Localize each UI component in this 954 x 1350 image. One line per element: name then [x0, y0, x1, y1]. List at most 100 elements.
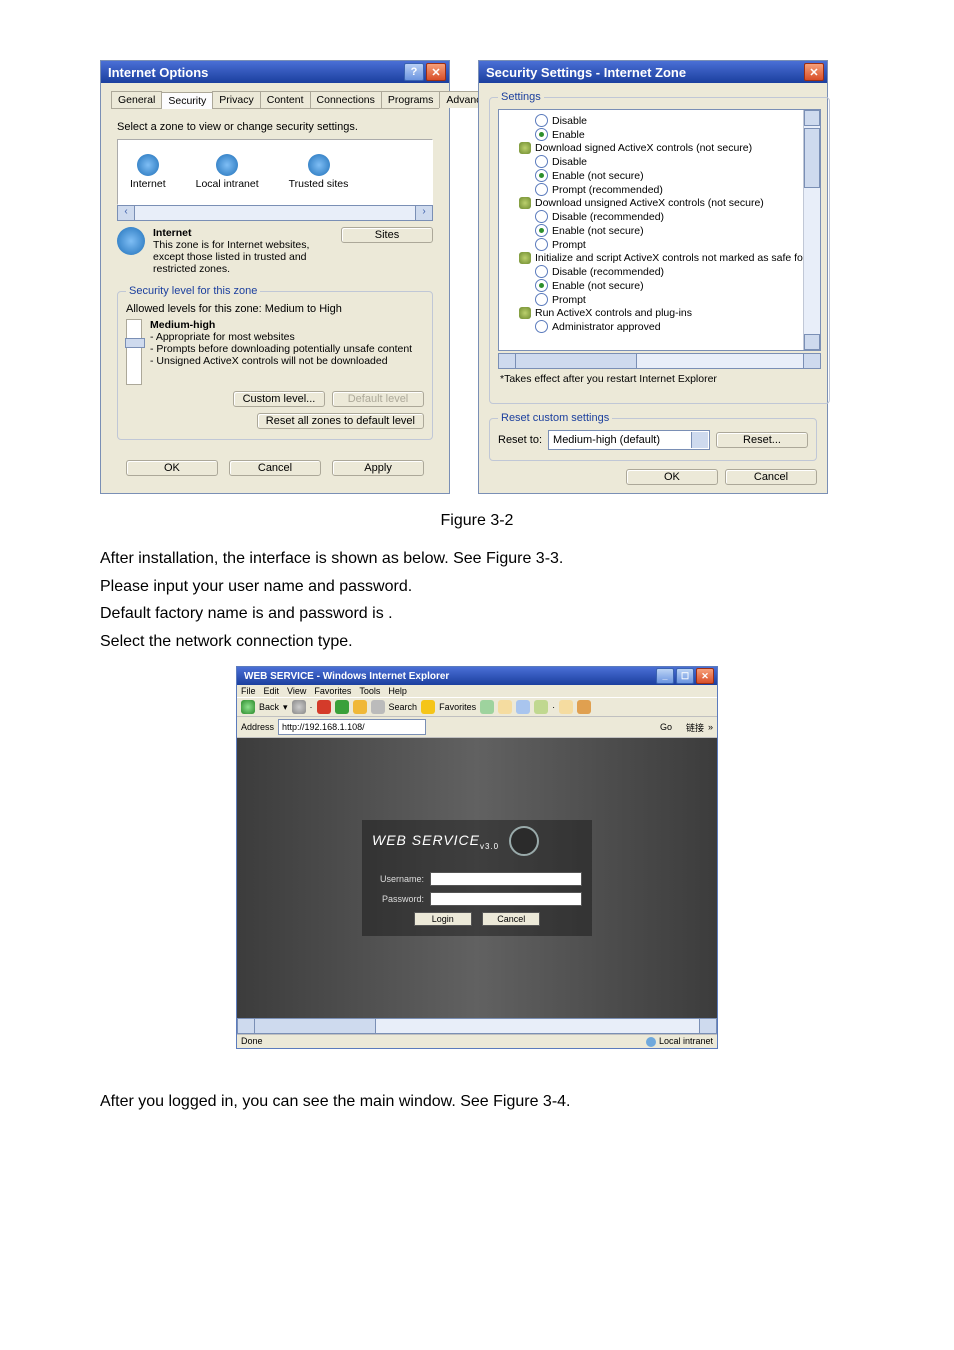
menu-tools[interactable]: Tools — [359, 686, 380, 696]
level-bullet: - Appropriate for most websites — [150, 331, 295, 343]
radio-icon[interactable] — [535, 320, 548, 333]
zone-internet[interactable]: Internet — [130, 154, 166, 190]
maximize-icon[interactable]: ☐ — [676, 668, 694, 684]
ws-hscroll[interactable] — [237, 1018, 717, 1034]
tab-content[interactable]: Content — [260, 91, 311, 108]
tab-connections[interactable]: Connections — [310, 91, 382, 108]
tab-privacy[interactable]: Privacy — [212, 91, 260, 108]
forward-icon[interactable] — [292, 700, 306, 714]
cancel-button[interactable]: Cancel — [229, 460, 321, 476]
history-icon[interactable] — [480, 700, 494, 714]
scroll-right-icon[interactable] — [699, 1018, 717, 1034]
tab-security[interactable]: Security — [161, 92, 213, 109]
radio-icon[interactable] — [535, 238, 548, 251]
ok-button[interactable]: OK — [126, 460, 218, 476]
radio-icon[interactable] — [535, 224, 548, 237]
security-level-legend: Security level for this zone — [126, 285, 260, 297]
stop-icon[interactable] — [317, 700, 331, 714]
apply-button[interactable]: Apply — [332, 460, 424, 476]
tab-general[interactable]: General — [111, 91, 162, 108]
cancel-button[interactable]: Cancel — [482, 912, 540, 926]
username-input[interactable] — [430, 872, 582, 886]
back-label[interactable]: Back — [259, 702, 279, 712]
tab-programs[interactable]: Programs — [381, 91, 441, 108]
ok-button[interactable]: OK — [626, 469, 718, 485]
edit-icon[interactable] — [534, 700, 548, 714]
ws-title: WEB SERVICE - Windows Internet Explorer — [240, 671, 656, 682]
ws-titlebar: WEB SERVICE - Windows Internet Explorer … — [237, 667, 717, 685]
scroll-left-icon[interactable]: ‹ — [117, 205, 135, 221]
close-icon[interactable]: ✕ — [804, 63, 824, 81]
home-icon[interactable] — [353, 700, 367, 714]
zone-hscroll[interactable]: ‹ › — [117, 205, 433, 221]
radio-icon[interactable] — [535, 155, 548, 168]
menu-help[interactable]: Help — [388, 686, 407, 696]
print-icon[interactable] — [516, 700, 530, 714]
refresh-icon[interactable] — [335, 700, 349, 714]
minimize-icon[interactable]: _ — [656, 668, 674, 684]
menu-view[interactable]: View — [287, 686, 306, 696]
close-icon[interactable]: ✕ — [426, 63, 446, 81]
zone-desc: This zone is for Internet websites, exce… — [153, 239, 309, 275]
custom-level-button[interactable]: Custom level... — [233, 391, 325, 407]
zone-trusted-sites[interactable]: Trusted sites — [289, 154, 349, 190]
cancel-button[interactable]: Cancel — [725, 469, 817, 485]
menu-favorites[interactable]: Favorites — [314, 686, 351, 696]
security-slider[interactable] — [126, 319, 142, 385]
radio-icon[interactable] — [535, 265, 548, 278]
vscrollbar[interactable] — [803, 110, 820, 350]
scroll-left-icon[interactable] — [498, 353, 516, 369]
radio-icon[interactable] — [535, 169, 548, 182]
internet-options-dialog: Internet Options ? ✕ General Security Pr… — [100, 60, 450, 494]
go-label[interactable]: Go — [660, 722, 672, 732]
radio-icon[interactable] — [535, 293, 548, 306]
close-icon[interactable]: ✕ — [696, 668, 714, 684]
scroll-left-icon[interactable] — [237, 1018, 255, 1034]
favorites-icon[interactable] — [421, 700, 435, 714]
camera-icon — [509, 826, 539, 856]
help-icon[interactable]: ? — [404, 63, 424, 81]
mail-icon[interactable] — [498, 700, 512, 714]
allowed-levels: Allowed levels for this zone: Medium to … — [126, 303, 424, 315]
research-icon[interactable] — [577, 700, 591, 714]
scroll-right-icon[interactable]: › — [415, 205, 433, 221]
settings-hscroll[interactable] — [498, 353, 821, 369]
zone-desc-title: Internet — [153, 227, 333, 239]
body-text: Please input your user name and password… — [100, 576, 854, 598]
discuss-icon[interactable] — [559, 700, 573, 714]
zone-local-intranet[interactable]: Local intranet — [196, 154, 259, 190]
slider-thumb[interactable] — [125, 338, 145, 348]
reset-all-zones-button[interactable]: Reset all zones to default level — [257, 413, 424, 429]
scroll-thumb[interactable] — [804, 128, 820, 188]
address-input[interactable]: http://192.168.1.108/ — [278, 719, 426, 735]
reset-button[interactable]: Reset... — [716, 432, 808, 448]
zone-list[interactable]: Internet Local intranet Trusted sites — [117, 139, 433, 205]
back-icon[interactable] — [241, 700, 255, 714]
radio-icon[interactable] — [535, 279, 548, 292]
radio-icon[interactable] — [535, 183, 548, 196]
settings-list[interactable]: Disable Enable Download signed ActiveX c… — [498, 109, 821, 351]
scroll-track[interactable] — [135, 205, 415, 221]
gear-icon — [519, 307, 531, 319]
reset-to-select[interactable]: Medium-high (default) — [548, 430, 710, 450]
menu-file[interactable]: File — [241, 686, 256, 696]
globe-icon — [308, 154, 330, 176]
level-bullet: - Prompts before downloading potentially… — [150, 343, 412, 355]
radio-icon[interactable] — [535, 210, 548, 223]
radio-icon[interactable] — [535, 114, 548, 127]
scroll-track[interactable] — [255, 1018, 699, 1034]
default-level-button[interactable]: Default level — [332, 391, 424, 407]
username-label: Username: — [372, 874, 424, 884]
ws-menubar: File Edit View Favorites Tools Help — [237, 685, 717, 697]
scroll-right-icon[interactable] — [803, 353, 821, 369]
password-input[interactable] — [430, 892, 582, 906]
menu-edit[interactable]: Edit — [264, 686, 280, 696]
favorites-label[interactable]: Favorites — [439, 702, 476, 712]
links-label[interactable]: 链接 — [686, 721, 704, 734]
radio-icon[interactable] — [535, 128, 548, 141]
scroll-track[interactable] — [516, 353, 803, 369]
login-button[interactable]: Login — [414, 912, 472, 926]
search-label[interactable]: Search — [389, 702, 418, 712]
search-icon[interactable] — [371, 700, 385, 714]
sites-button[interactable]: Sites — [341, 227, 433, 243]
